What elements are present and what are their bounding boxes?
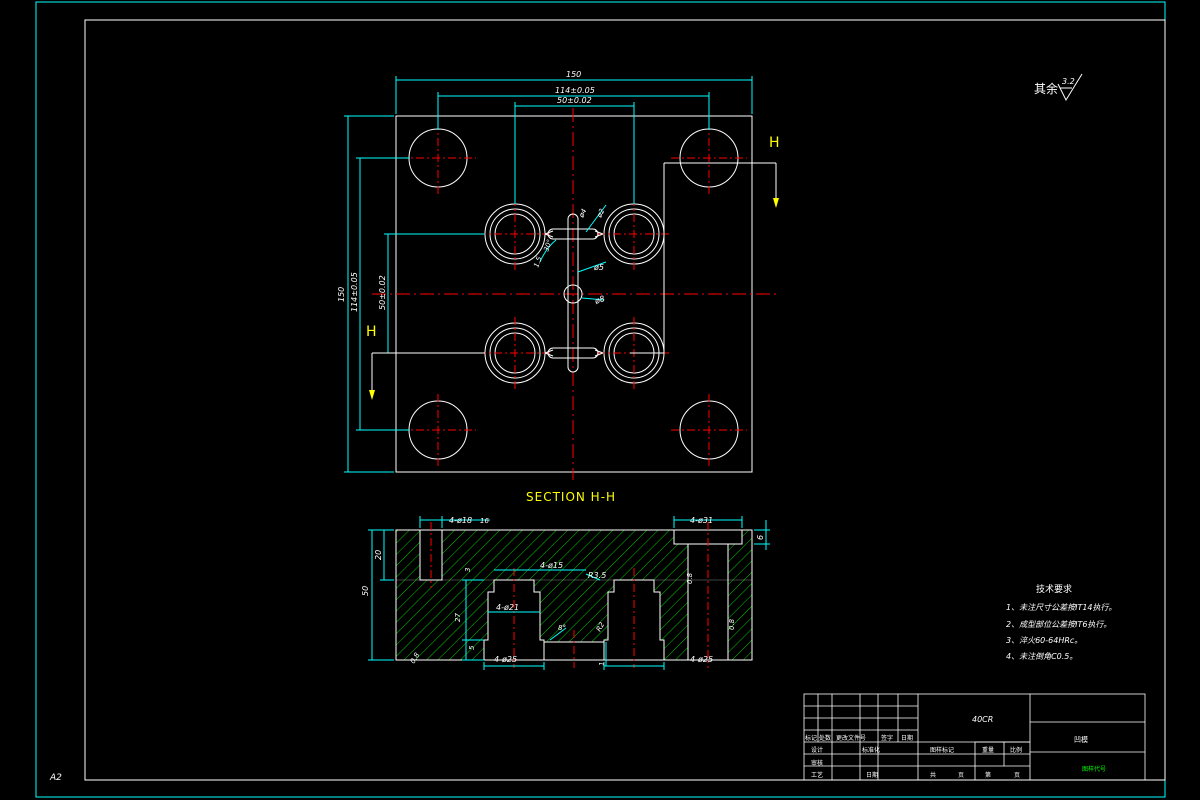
tech-req-item-4: 4、未注倒角C0.5。: [1006, 652, 1077, 661]
tb-hdr-sign: 签字: [881, 734, 893, 742]
dim-width-mid: 114±0.05: [555, 86, 595, 95]
section-title: SECTION H-H: [526, 490, 616, 504]
runner-system: [544, 213, 604, 373]
tb-hdr-date: 日期: [901, 734, 913, 742]
dim-runner-dia: ø5: [593, 263, 604, 272]
plan-view: 150 114±0.05 50±0.02 150 114±0.05 50±0.0…: [337, 70, 780, 480]
tb-date: 日期: [866, 771, 878, 779]
sec-finish-c: 0.8: [728, 618, 736, 630]
roughness-symbol: 其余 3.2: [1034, 73, 1083, 102]
dim-sprue-dia: ø8: [593, 294, 606, 306]
section-letter-left: H: [366, 324, 377, 340]
sec-dim-depth-3: 3: [464, 568, 472, 572]
tb-process: 工艺: [811, 771, 823, 779]
sec-dim-pin-holes: 4-ø18: [449, 516, 472, 525]
tech-req-item-3: 3、淬火60-64HRc。: [1006, 636, 1082, 645]
title-block-text: 40CR 凹模 图样代号 标记 处数 更改文件号 签字 日期 设计 标准化 审核…: [805, 715, 1106, 779]
dim-height-mid: 114±0.05: [350, 272, 359, 312]
outer-sheet-frame: [35, 1, 1166, 798]
sec-dim-cavity-top: 4-ø15: [540, 561, 563, 570]
tb-hdr-count: 处数: [819, 734, 831, 742]
tb-drawing-no: 图样代号: [1082, 765, 1106, 773]
sec-dim-depth-27: 27: [454, 613, 462, 622]
tb-stage: 图样标记: [930, 746, 954, 754]
section-arrow-left: [369, 390, 375, 400]
tb-hdr-mark: 标记: [805, 734, 817, 742]
sec-dim-counterbore-depth: 6: [756, 535, 765, 540]
sec-dim-pin-holes-r: 16: [480, 517, 489, 525]
section-letter-right: H: [769, 135, 780, 151]
cad-drawing-canvas: A2 其余 3.2 150 114±0.05 50±0.02 150 114±0…: [35, 1, 1166, 798]
tb-sheets-unit: 页: [958, 772, 964, 779]
dim-width-inner: 50±0.02: [557, 96, 592, 105]
sec-dim-cavity-mid: 4-ø21: [496, 603, 519, 612]
section-arrow-right: [773, 198, 779, 208]
tb-standard: 标准化: [862, 746, 880, 754]
tb-hdr-doc: 更改文件号: [836, 734, 866, 742]
sec-dim-cavity-bottom-right: 4-ø25: [690, 655, 713, 664]
dim-height-inner: 50±0.02: [378, 275, 387, 310]
tb-material: 40CR: [972, 715, 993, 724]
sec-dim-sprue-ang: 8°: [558, 624, 566, 632]
tech-req-item-1: 1、未注尺寸公差按IT14执行。: [1006, 603, 1117, 612]
tb-part-name: 凹模: [1074, 735, 1088, 744]
sec-dim-depth-5: 5: [468, 645, 476, 650]
sec-dim-cavity-bottom-left: 4-ø25: [494, 655, 517, 664]
tb-sheet-unit: 页: [1014, 772, 1020, 779]
sec-dim-depth-1: 1: [598, 662, 606, 666]
section-cut-line: [371, 162, 777, 398]
tb-scale: 比例: [1010, 746, 1022, 754]
section-view: 50 20 4-ø18 16 4-ø31 6 4-ø15 4-ø21 4-ø25…: [361, 516, 770, 670]
roughness-value: 3.2: [1062, 77, 1075, 86]
dim-small-dia: ø4: [577, 208, 588, 220]
sec-finish-b: 0.8: [686, 572, 694, 584]
tb-sheet: 第: [985, 771, 991, 779]
tb-check: 审核: [811, 759, 823, 767]
tb-designer: 设计: [811, 746, 823, 754]
tb-sheets: 共: [930, 771, 936, 779]
sec-dim-height-top: 20: [374, 550, 383, 560]
sheet-size-label: A2: [49, 773, 62, 783]
sec-dim-cav-r: R3.5: [588, 571, 606, 580]
roughness-prefix: 其余: [1034, 81, 1058, 96]
tech-req-item-2: 2、成型部位公差按IT6执行。: [1006, 620, 1111, 629]
dim-width-total: 150: [566, 70, 581, 79]
tech-requirements: 技术要求 1、未注尺寸公差按IT14执行。 2、成型部位公差按IT6执行。 3、…: [1006, 583, 1117, 661]
tb-weight: 重量: [982, 746, 994, 754]
tech-req-title: 技术要求: [1036, 583, 1072, 595]
sec-dim-counterbore: 4-ø31: [690, 516, 713, 525]
dim-height-total: 150: [337, 287, 346, 302]
sec-dim-height-total: 50: [361, 586, 370, 596]
